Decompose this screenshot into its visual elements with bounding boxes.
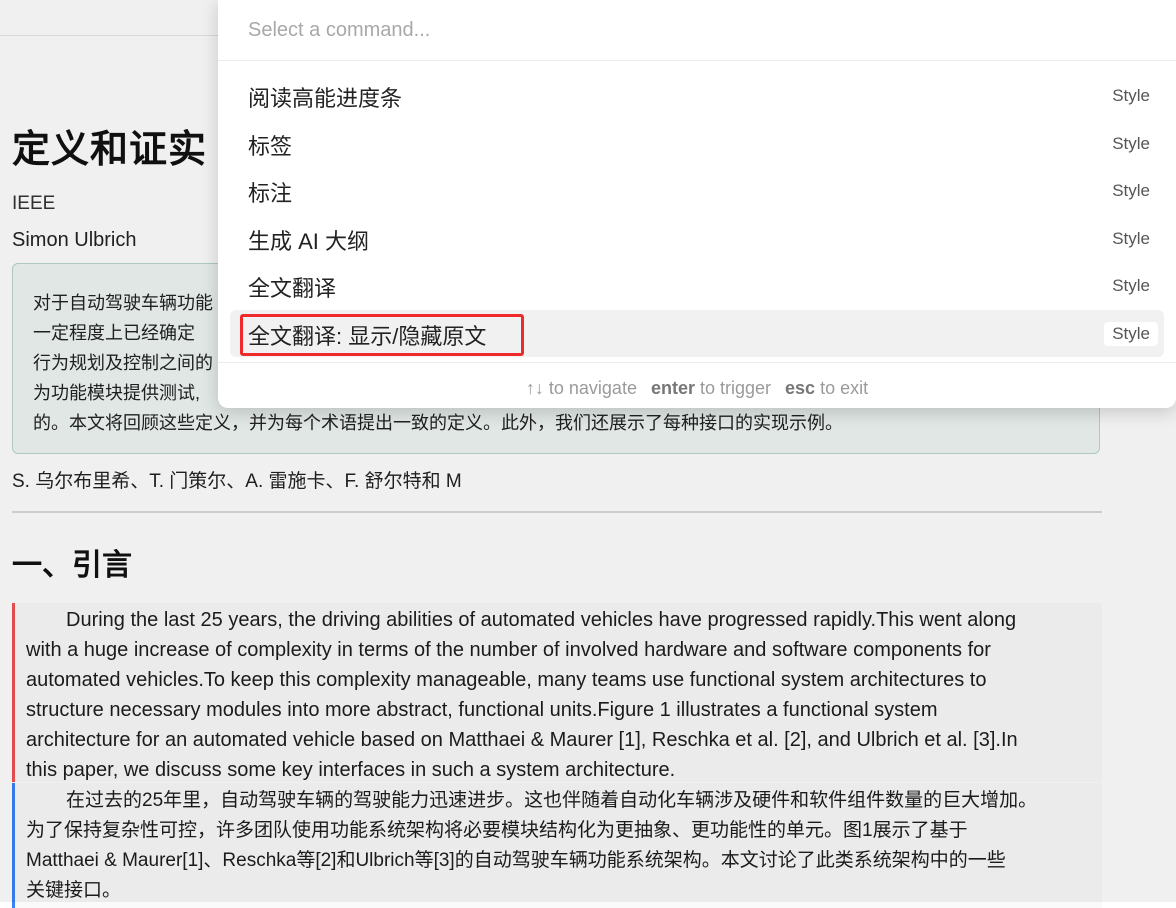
command-tag: Style xyxy=(1104,321,1158,346)
palette-footer: ↑↓ to navigate enter to trigger esc to exi… xyxy=(218,362,1176,409)
command-label: 阅读高能进度条 xyxy=(248,86,403,111)
command-palette: 阅读高能进度条 Style 标签 Style 标注 Style 生成 AI 大纲… xyxy=(218,0,1176,408)
enter-key: enter xyxy=(650,378,695,398)
command-tag: Style xyxy=(1112,228,1150,248)
command-tag: Style xyxy=(1112,276,1150,295)
command-label: 标签 xyxy=(248,133,293,159)
command-label: 生成 AI 大纲 xyxy=(248,228,370,254)
command-tag: Style xyxy=(1112,86,1150,105)
command-item-reading-progress[interactable]: 阅读高能进度条 Style xyxy=(230,72,1164,120)
command-item-annotations[interactable]: 标注 Style xyxy=(230,167,1164,215)
command-tag: Style xyxy=(1112,133,1150,153)
command-item-ai-outline[interactable]: 生成 AI 大纲 Style xyxy=(230,215,1164,263)
command-label: 全文翻译 xyxy=(248,276,337,301)
command-tag: Style xyxy=(1112,181,1150,200)
trigger-hint: to trigger xyxy=(694,378,772,398)
command-label: 标注 xyxy=(248,181,293,206)
command-item-tags[interactable]: 标签 Style xyxy=(230,120,1164,168)
command-item-toggle-original[interactable]: 全文翻译: 显示/隐藏原文 Style xyxy=(230,309,1164,357)
arrow-keys-icon: ↑↓ xyxy=(525,378,544,398)
exit-hint: to exit xyxy=(815,378,869,398)
command-search-input[interactable] xyxy=(218,0,1176,61)
command-item-full-translation[interactable]: 全文翻译 Style xyxy=(230,262,1164,310)
esc-key: esc xyxy=(785,378,816,398)
navigate-hint: to navigate xyxy=(543,378,637,398)
command-list: 阅读高能进度条 Style 标签 Style 标注 Style 生成 AI 大纲… xyxy=(218,72,1176,357)
highlight-annotation xyxy=(240,313,524,356)
